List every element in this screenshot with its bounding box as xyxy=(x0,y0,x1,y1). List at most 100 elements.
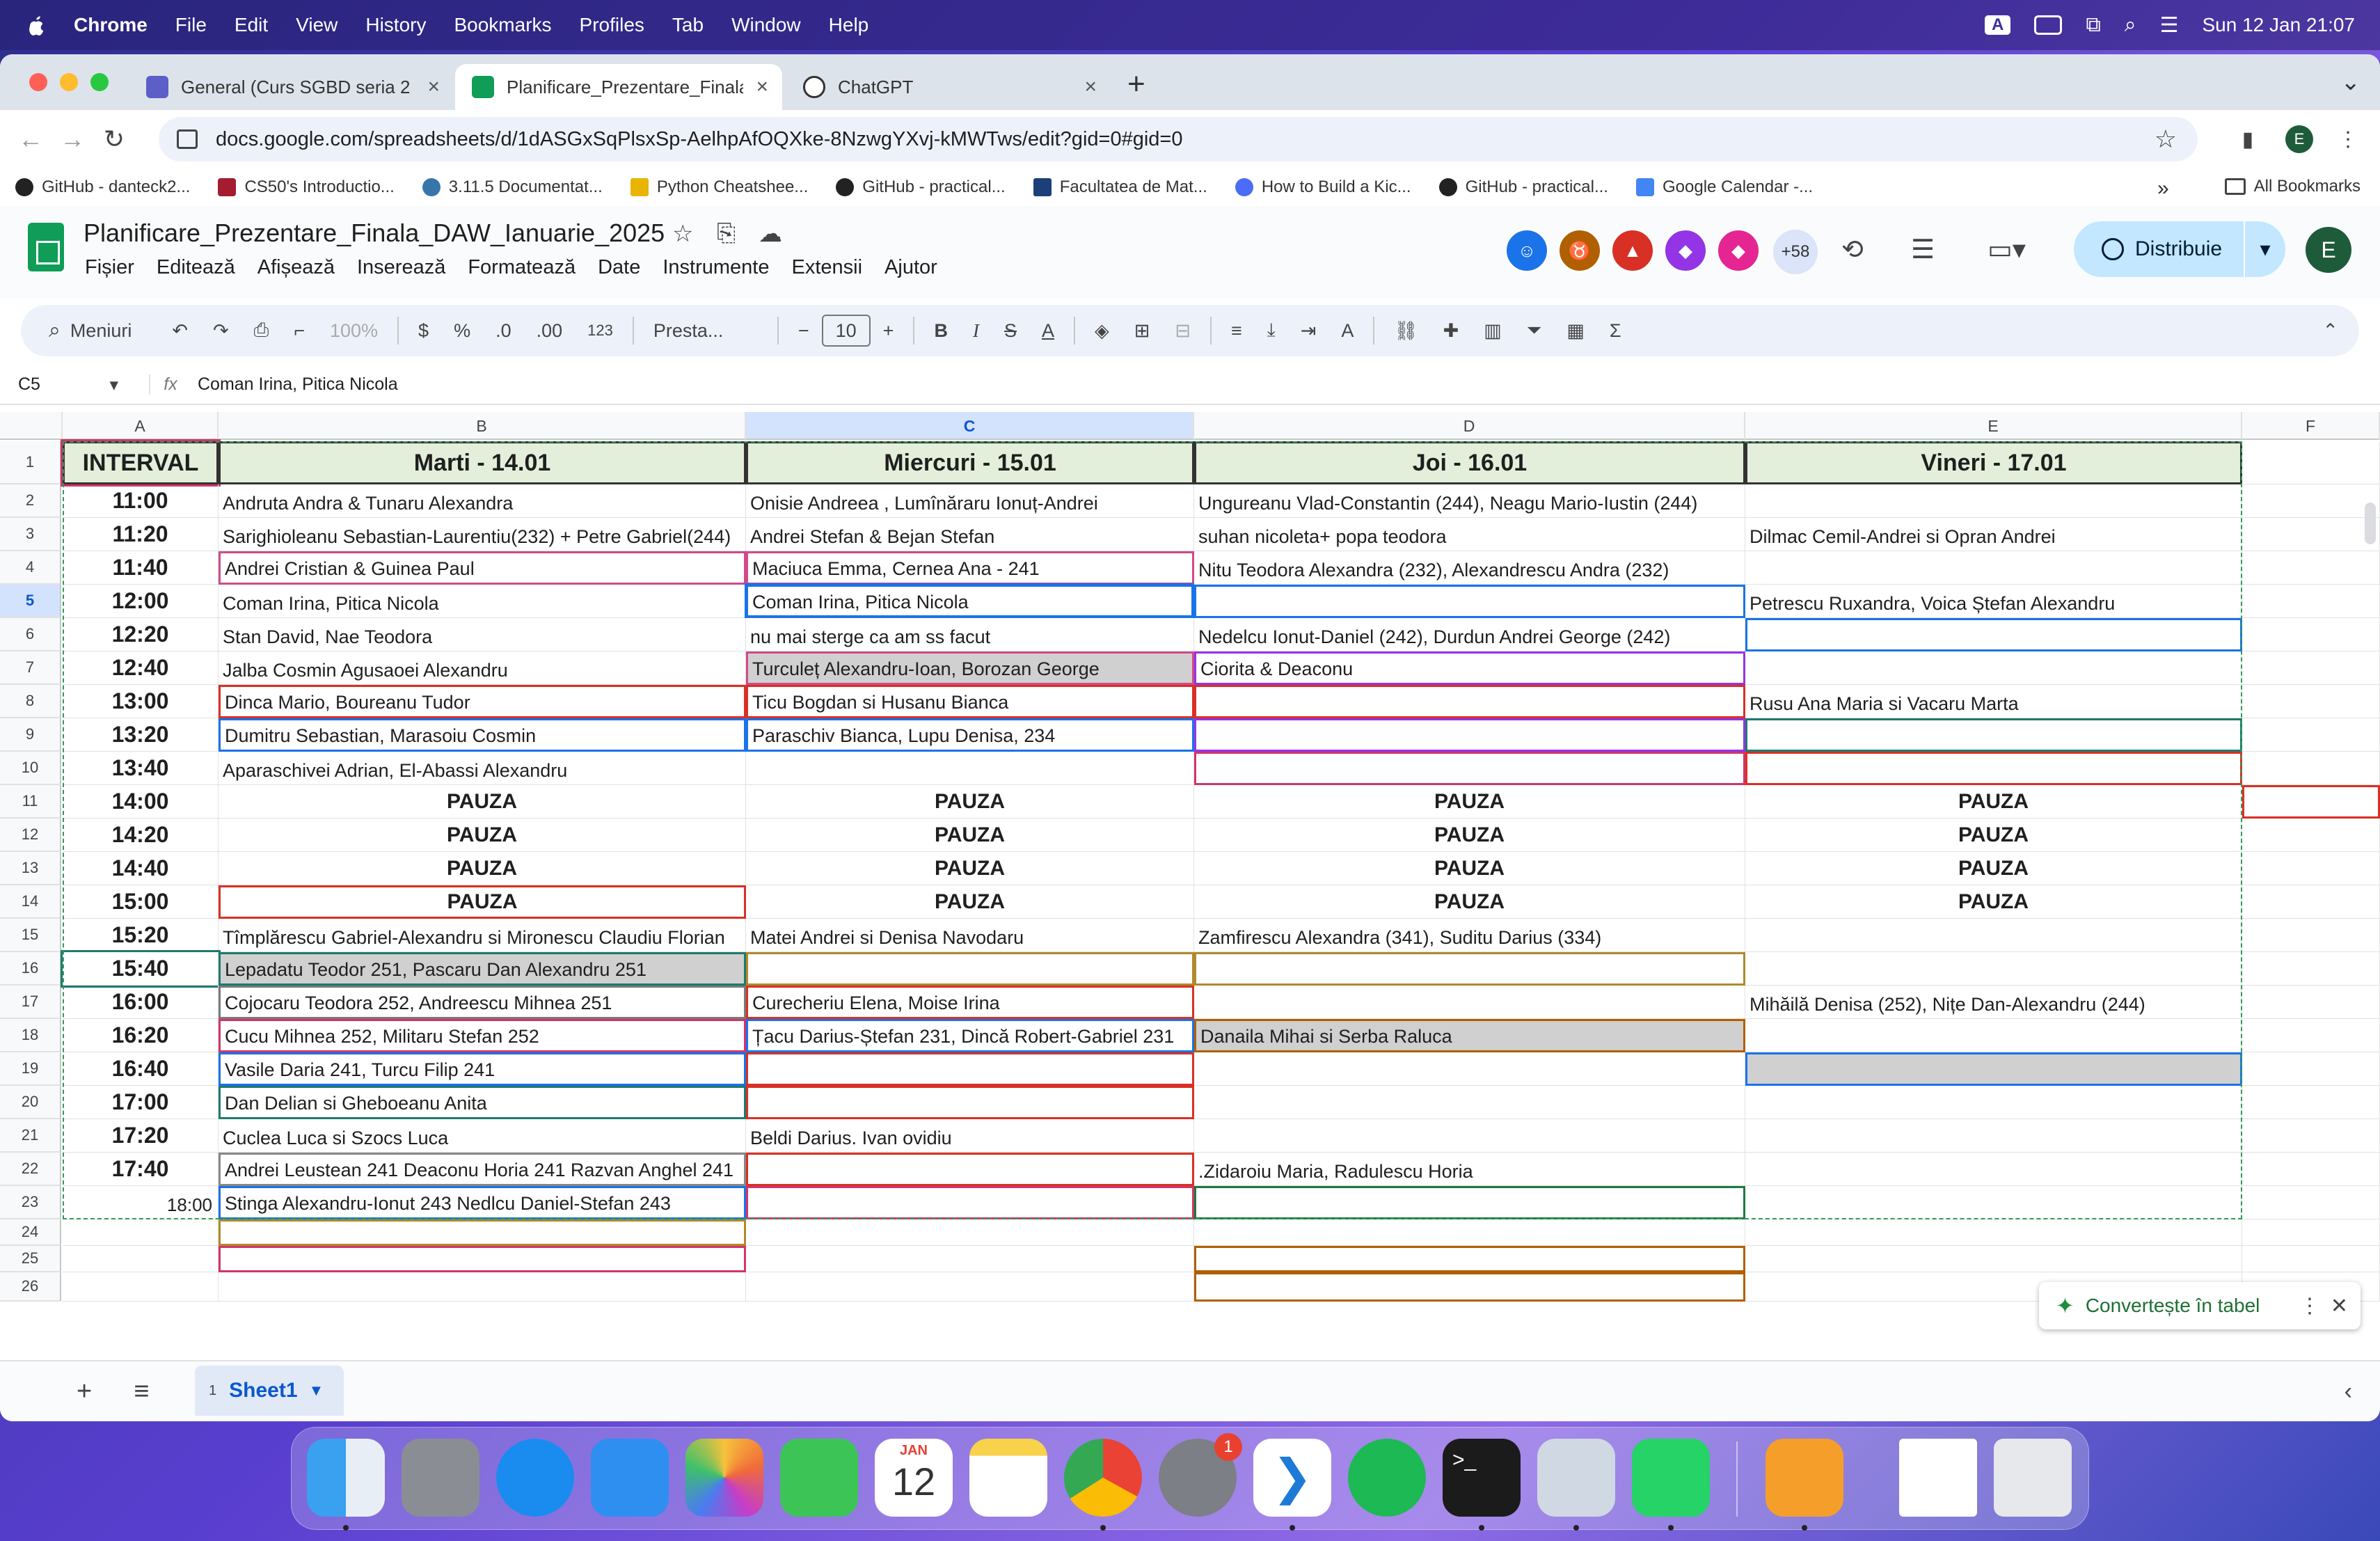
bookmark-item[interactable]: How to Build a Kic... xyxy=(1235,177,1411,197)
text-color-icon[interactable]: A xyxy=(1042,320,1054,342)
address-bar[interactable]: docs.google.com/spreadsheets/d/1dASGxSqP… xyxy=(159,117,2198,161)
new-tab-icon[interactable]: + xyxy=(1127,67,1145,102)
schedule-cell-miercuri[interactable] xyxy=(746,1086,1194,1119)
filter-icon[interactable]: ⏷ xyxy=(1527,319,1542,342)
close-tab-icon[interactable]: × xyxy=(756,75,768,99)
search-menus[interactable]: ⌕ Meniuri xyxy=(49,319,132,342)
tab-search-chevron-icon[interactable]: ⌄ xyxy=(2341,68,2361,96)
formula-input[interactable]: Coman Irina, Pitica Nicola xyxy=(198,374,398,395)
schedule-cell-joi[interactable]: Zamfirescu Alexandra (341), Suditu Dariu… xyxy=(1194,919,1745,952)
schedule-cell-vineri[interactable]: PAUZA xyxy=(1745,819,2242,852)
schedule-cell-miercuri[interactable]: Coman Irina, Pitica Nicola xyxy=(746,585,1194,618)
schedule-cell-vineri[interactable] xyxy=(1745,718,2242,752)
share-dropdown-icon[interactable]: ▾ xyxy=(2244,221,2285,277)
schedule-cell-miercuri[interactable]: PAUZA xyxy=(746,785,1194,819)
empty-cell[interactable] xyxy=(746,1246,1194,1272)
schedule-cell-joi[interactable] xyxy=(1194,752,1745,785)
row-header-1[interactable]: 1 xyxy=(0,441,61,484)
header-cell[interactable]: Marti - 14.01 xyxy=(219,441,746,484)
empty-cell[interactable] xyxy=(2242,1246,2380,1272)
schedule-cell-marti[interactable]: Sarighioleanu Sebastian-Laurentiu(232) +… xyxy=(219,518,746,551)
schedule-cell-marti[interactable]: PAUZA xyxy=(219,852,746,885)
empty-cell[interactable] xyxy=(2242,1186,2380,1219)
text-wrapping-icon[interactable]: ⇥ xyxy=(1301,320,1317,342)
interval-cell[interactable]: 14:00 xyxy=(63,785,219,819)
schedule-cell-joi[interactable] xyxy=(1194,952,1745,986)
menu-instrumente[interactable]: Instrumente xyxy=(663,256,769,279)
interval-cell[interactable]: 17:40 xyxy=(63,1153,219,1186)
schedule-cell-joi[interactable] xyxy=(1194,1186,1745,1219)
interval-cell[interactable]: 13:20 xyxy=(63,718,219,752)
schedule-cell-joi[interactable]: PAUZA xyxy=(1194,819,1745,852)
menu-edit[interactable]: Edit xyxy=(235,14,268,36)
empty-cell[interactable] xyxy=(2242,752,2380,785)
row-header-9[interactable]: 9 xyxy=(0,718,61,752)
row-header-22[interactable]: 22 xyxy=(0,1153,61,1186)
print-icon[interactable]: ⎙ xyxy=(254,319,269,342)
schedule-cell-miercuri[interactable]: PAUZA xyxy=(746,885,1194,919)
schedule-cell-joi[interactable]: .Zidaroiu Maria, Radulescu Horia xyxy=(1194,1153,1745,1186)
interval-cell[interactable]: 13:40 xyxy=(63,752,219,785)
bookmark-star-icon[interactable]: ☆ xyxy=(2155,125,2177,154)
increase-font-size-icon[interactable]: + xyxy=(883,320,894,342)
empty-cell[interactable] xyxy=(63,1246,219,1272)
schedule-cell-vineri[interactable] xyxy=(1745,618,2242,651)
apple-icon[interactable] xyxy=(26,14,46,36)
row-header-11[interactable]: 11 xyxy=(0,785,61,819)
row-header-19[interactable]: 19 xyxy=(0,1052,61,1086)
add-sheet-icon[interactable]: + xyxy=(77,1377,92,1407)
schedule-cell-miercuri[interactable]: nu mai sterge ca am ss facut xyxy=(746,618,1194,651)
schedule-cell-miercuri[interactable] xyxy=(746,1153,1194,1186)
row-header-4[interactable]: 4 xyxy=(0,551,61,585)
schedule-cell-miercuri[interactable]: Onisie Andreea , Lumînăraru Ionuț-Andrei xyxy=(746,484,1194,518)
menu-extensii[interactable]: Extensii xyxy=(791,256,862,279)
empty-cell[interactable] xyxy=(2242,885,2380,919)
empty-cell[interactable] xyxy=(2242,1119,2380,1153)
spotlight-search-icon[interactable]: ⌕ xyxy=(2125,13,2136,37)
interval-cell[interactable]: 12:40 xyxy=(63,651,219,685)
name-box[interactable]: C5 xyxy=(0,374,132,395)
collaborator-avatar[interactable]: ◆ xyxy=(1716,228,1761,273)
share-button[interactable]: Distribuie ▾ xyxy=(2074,221,2285,277)
currency-format-button[interactable]: $ xyxy=(418,320,429,342)
vscode-icon[interactable]: ❯ xyxy=(1253,1439,1331,1517)
schedule-cell-vineri[interactable] xyxy=(1745,952,2242,986)
italic-icon[interactable]: I xyxy=(973,320,979,342)
bookmark-item[interactable]: CS50's Introductio... xyxy=(218,177,395,197)
empty-cell[interactable] xyxy=(1194,1272,1745,1302)
row-header-7[interactable]: 7 xyxy=(0,651,61,685)
bookmark-item[interactable]: 3.11.5 Documentat... xyxy=(422,177,603,197)
user-avatar[interactable]: E xyxy=(2306,227,2351,273)
close-icon[interactable]: ✕ xyxy=(2331,1294,2348,1318)
screen-mirroring-icon[interactable]: ⧉ xyxy=(2086,13,2100,37)
control-center-icon[interactable]: ☰ xyxy=(2160,13,2179,38)
menu-editeaza[interactable]: Editează xyxy=(157,256,235,279)
schedule-cell-vineri[interactable]: Mihăilă Denisa (252), Nițe Dan-Alexandru… xyxy=(1745,986,2242,1019)
launchpad-icon[interactable] xyxy=(402,1439,479,1517)
select-all-corner[interactable] xyxy=(0,412,63,440)
schedule-cell-miercuri[interactable]: Turculeț Alexandru-Ioan, Borozan George xyxy=(746,651,1194,685)
schedule-cell-vineri[interactable] xyxy=(1745,484,2242,518)
row-header-25[interactable]: 25 xyxy=(0,1246,61,1272)
bold-icon[interactable]: B xyxy=(934,320,948,342)
preview-icon[interactable] xyxy=(1537,1439,1615,1517)
move-folder-icon[interactable]: ⎘ xyxy=(717,220,736,247)
comments-icon[interactable]: ☰ xyxy=(1911,234,1935,265)
schedule-cell-vineri[interactable] xyxy=(1745,651,2242,685)
empty-cell[interactable] xyxy=(2242,618,2380,651)
number-format-button[interactable]: 123 xyxy=(587,322,613,340)
close-window-button[interactable] xyxy=(29,73,47,91)
redo-icon[interactable]: ↷ xyxy=(213,320,229,342)
menubar-clock[interactable]: Sun 12 Jan 21:07 xyxy=(2202,14,2355,36)
empty-cell[interactable] xyxy=(2242,986,2380,1019)
interval-cell[interactable]: 11:40 xyxy=(63,551,219,585)
row-header-21[interactable]: 21 xyxy=(0,1119,61,1153)
system-settings-icon[interactable]: 1 xyxy=(1159,1433,1242,1517)
close-tab-icon[interactable]: × xyxy=(1084,75,1097,99)
chevron-down-icon[interactable]: ▼ xyxy=(309,1382,324,1400)
schedule-cell-miercuri[interactable]: Paraschiv Bianca, Lupu Denisa, 234 xyxy=(746,718,1194,752)
insert-chart-icon[interactable]: ▥ xyxy=(1484,320,1502,342)
convert-to-table-chip[interactable]: ✦ Convertește în tabel ⋮ ✕ xyxy=(2039,1282,2361,1329)
column-header-d[interactable]: D xyxy=(1194,412,1745,440)
minimize-window-button[interactable] xyxy=(60,73,78,91)
